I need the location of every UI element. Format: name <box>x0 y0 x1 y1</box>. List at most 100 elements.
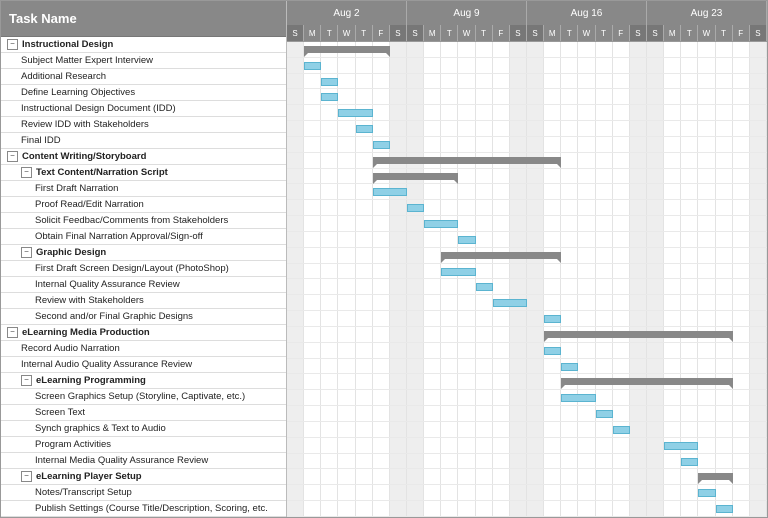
gantt-row <box>287 58 767 74</box>
task-name-header: Task Name <box>1 1 286 37</box>
task-row-elearning-media: −eLearning Media Production <box>1 325 286 341</box>
task-row-sme-interview: Subject Matter Expert Interview <box>1 53 286 69</box>
day-header: T <box>321 25 338 41</box>
task-bar[interactable] <box>493 299 527 307</box>
month-header: Aug 16 <box>527 1 647 25</box>
task-bar[interactable] <box>476 283 493 291</box>
gantt-row <box>287 438 767 454</box>
gantt-row <box>287 248 767 264</box>
gantt-row <box>287 264 767 280</box>
gantt-row <box>287 422 767 438</box>
gantt-row <box>287 374 767 390</box>
task-label: Graphic Design <box>36 247 106 258</box>
task-bar[interactable] <box>561 363 578 371</box>
task-label: Additional Research <box>21 71 106 82</box>
task-row-review-stakeholders: Review with Stakeholders <box>1 293 286 309</box>
task-name-column: Task Name −Instructional DesignSubject M… <box>1 1 287 517</box>
task-bar[interactable] <box>596 410 613 418</box>
task-label: Second and/or Final Graphic Designs <box>35 311 193 322</box>
collapse-toggle-icon[interactable]: − <box>21 247 32 258</box>
day-header: S <box>750 25 767 41</box>
group-bar[interactable] <box>373 157 562 164</box>
task-bar[interactable] <box>373 141 390 149</box>
task-bar[interactable] <box>698 489 715 497</box>
collapse-toggle-icon[interactable]: − <box>7 39 18 50</box>
day-header: F <box>613 25 630 41</box>
month-header-row: Aug 2Aug 9Aug 16Aug 23 <box>287 1 767 25</box>
day-header: S <box>390 25 407 41</box>
task-label: Internal Audio Quality Assurance Review <box>21 359 192 370</box>
grid-rows <box>287 42 767 517</box>
gantt-row <box>287 184 767 200</box>
task-bar[interactable] <box>424 220 458 228</box>
task-bar[interactable] <box>613 426 630 434</box>
task-label: Internal Quality Assurance Review <box>35 279 180 290</box>
gantt-row <box>287 216 767 232</box>
task-rows: −Instructional DesignSubject Matter Expe… <box>1 37 286 517</box>
day-header: T <box>596 25 613 41</box>
day-header: M <box>544 25 561 41</box>
collapse-toggle-icon[interactable]: − <box>7 151 18 162</box>
gantt-row <box>287 485 767 501</box>
day-header: S <box>647 25 664 41</box>
group-bar[interactable] <box>441 252 561 259</box>
task-row-second-final-designs: Second and/or Final Graphic Designs <box>1 309 286 325</box>
task-bar[interactable] <box>321 93 338 101</box>
gantt-row <box>287 121 767 137</box>
task-bar[interactable] <box>681 458 698 466</box>
collapse-toggle-icon[interactable]: − <box>21 471 32 482</box>
task-label: Screen Text <box>35 407 85 418</box>
collapse-toggle-icon[interactable]: − <box>21 167 32 178</box>
day-header: S <box>527 25 544 41</box>
gantt-row <box>287 295 767 311</box>
day-header: W <box>338 25 355 41</box>
task-bar[interactable] <box>544 347 561 355</box>
gantt-row <box>287 327 767 343</box>
task-bar[interactable] <box>441 268 475 276</box>
task-label: Proof Read/Edit Narration <box>35 199 144 210</box>
day-header: T <box>356 25 373 41</box>
task-bar[interactable] <box>544 315 561 323</box>
day-header: T <box>561 25 578 41</box>
gantt-row <box>287 469 767 485</box>
task-bar[interactable] <box>716 505 733 513</box>
task-label: Final IDD <box>21 135 61 146</box>
group-bar[interactable] <box>561 378 732 385</box>
task-row-idd: Instructional Design Document (IDD) <box>1 101 286 117</box>
gantt-row <box>287 454 767 470</box>
task-row-final-idd: Final IDD <box>1 133 286 149</box>
task-bar[interactable] <box>304 62 321 70</box>
task-bar[interactable] <box>407 204 424 212</box>
day-header: M <box>424 25 441 41</box>
gantt-row <box>287 74 767 90</box>
day-header: F <box>733 25 750 41</box>
month-header: Aug 9 <box>407 1 527 25</box>
task-bar[interactable] <box>664 442 698 450</box>
task-bar[interactable] <box>356 125 373 133</box>
task-row-publish-settings: Publish Settings (Course Title/Descripti… <box>1 501 286 517</box>
task-label: Publish Settings (Course Title/Descripti… <box>35 503 268 514</box>
task-row-obtain-approval: Obtain Final Narration Approval/Sign-off <box>1 229 286 245</box>
gantt-row <box>287 232 767 248</box>
group-bar[interactable] <box>698 473 732 480</box>
collapse-toggle-icon[interactable]: − <box>7 327 18 338</box>
task-row-additional-research: Additional Research <box>1 69 286 85</box>
task-label: Review IDD with Stakeholders <box>21 119 149 130</box>
group-bar[interactable] <box>304 46 390 53</box>
task-row-program-activities: Program Activities <box>1 437 286 453</box>
task-bar[interactable] <box>373 188 407 196</box>
task-bar[interactable] <box>458 236 475 244</box>
day-header: T <box>441 25 458 41</box>
day-header: T <box>681 25 698 41</box>
group-bar[interactable] <box>544 331 733 338</box>
task-label: eLearning Programming <box>36 375 146 386</box>
task-label: Define Learning Objectives <box>21 87 135 98</box>
group-bar[interactable] <box>373 173 459 180</box>
task-row-review-idd: Review IDD with Stakeholders <box>1 117 286 133</box>
task-bar[interactable] <box>321 78 338 86</box>
task-bar[interactable] <box>338 109 372 117</box>
task-bar[interactable] <box>561 394 595 402</box>
task-row-internal-audio-qa: Internal Audio Quality Assurance Review <box>1 357 286 373</box>
day-header: T <box>476 25 493 41</box>
collapse-toggle-icon[interactable]: − <box>21 375 32 386</box>
